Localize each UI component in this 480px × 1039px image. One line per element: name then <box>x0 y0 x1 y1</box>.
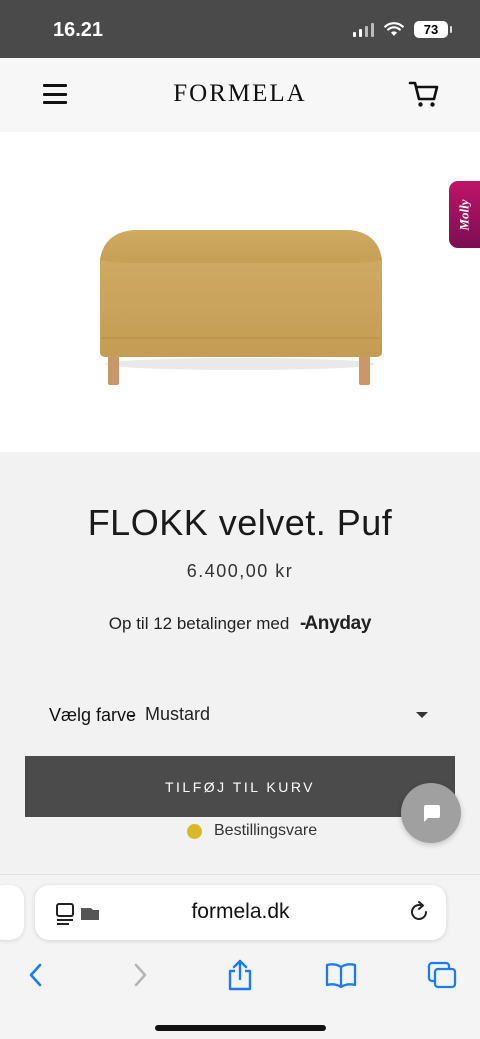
url-text: formela.dk <box>191 900 290 923</box>
chevron-right-icon <box>134 963 147 987</box>
product-title: FLOKK velvet. Puf <box>87 502 393 543</box>
previous-tab-preview[interactable] <box>0 885 24 940</box>
molly-label: Molly <box>456 198 472 231</box>
back-button[interactable] <box>16 955 56 995</box>
anyday-logo[interactable]: -Anyday <box>300 613 371 634</box>
share-button[interactable] <box>220 955 260 995</box>
bookmarks-button[interactable] <box>321 955 361 995</box>
chat-bubble-icon <box>424 805 440 822</box>
site-header: FORMELA <box>0 58 480 132</box>
color-separator: - <box>129 705 135 725</box>
color-value: Mustard <box>145 704 211 724</box>
status-time: 16.21 <box>53 19 104 41</box>
wifi-icon <box>384 22 404 36</box>
stock-status-dot <box>187 823 202 839</box>
cart-icon[interactable] <box>408 78 440 110</box>
pouf-illustration <box>100 230 382 385</box>
color-label: Vælg farve <box>49 705 137 725</box>
status-bar: 16.21 73 <box>0 0 480 58</box>
battery-icon: 73 <box>414 21 452 38</box>
tabs-button[interactable] <box>422 955 462 995</box>
product-price: 6.400,00 kr <box>186 561 294 581</box>
tabs-icon <box>427 961 457 989</box>
status-icons: 73 <box>353 21 452 38</box>
installments-text: Op til 12 betalinger med <box>108 614 290 633</box>
reload-icon[interactable] <box>407 900 431 924</box>
share-icon <box>228 959 252 991</box>
browser-toolbar: formela.dk <box>0 874 480 1039</box>
installments-info: Op til 12 betalinger med -Anyday <box>0 613 480 635</box>
product-image <box>0 132 480 452</box>
stock-status-label: Bestillingsvare <box>214 822 318 839</box>
browser-nav-row <box>0 955 480 995</box>
chevron-left-icon <box>29 963 42 987</box>
forward-button[interactable] <box>120 955 160 995</box>
chevron-down-icon <box>416 712 428 718</box>
molly-assistant-tab[interactable]: Molly <box>449 181 480 248</box>
color-select[interactable]: Vælg farve - Mustard <box>49 703 441 733</box>
chat-button[interactable] <box>401 783 461 843</box>
address-bar[interactable]: formela.dk <box>35 885 446 940</box>
signal-icon <box>353 22 374 37</box>
home-indicator[interactable] <box>155 1025 326 1031</box>
book-icon <box>325 963 357 988</box>
add-to-cart-button[interactable]: TILFØJ TIL KURV <box>25 756 455 817</box>
stock-status: Bestillingsvare <box>187 820 317 842</box>
